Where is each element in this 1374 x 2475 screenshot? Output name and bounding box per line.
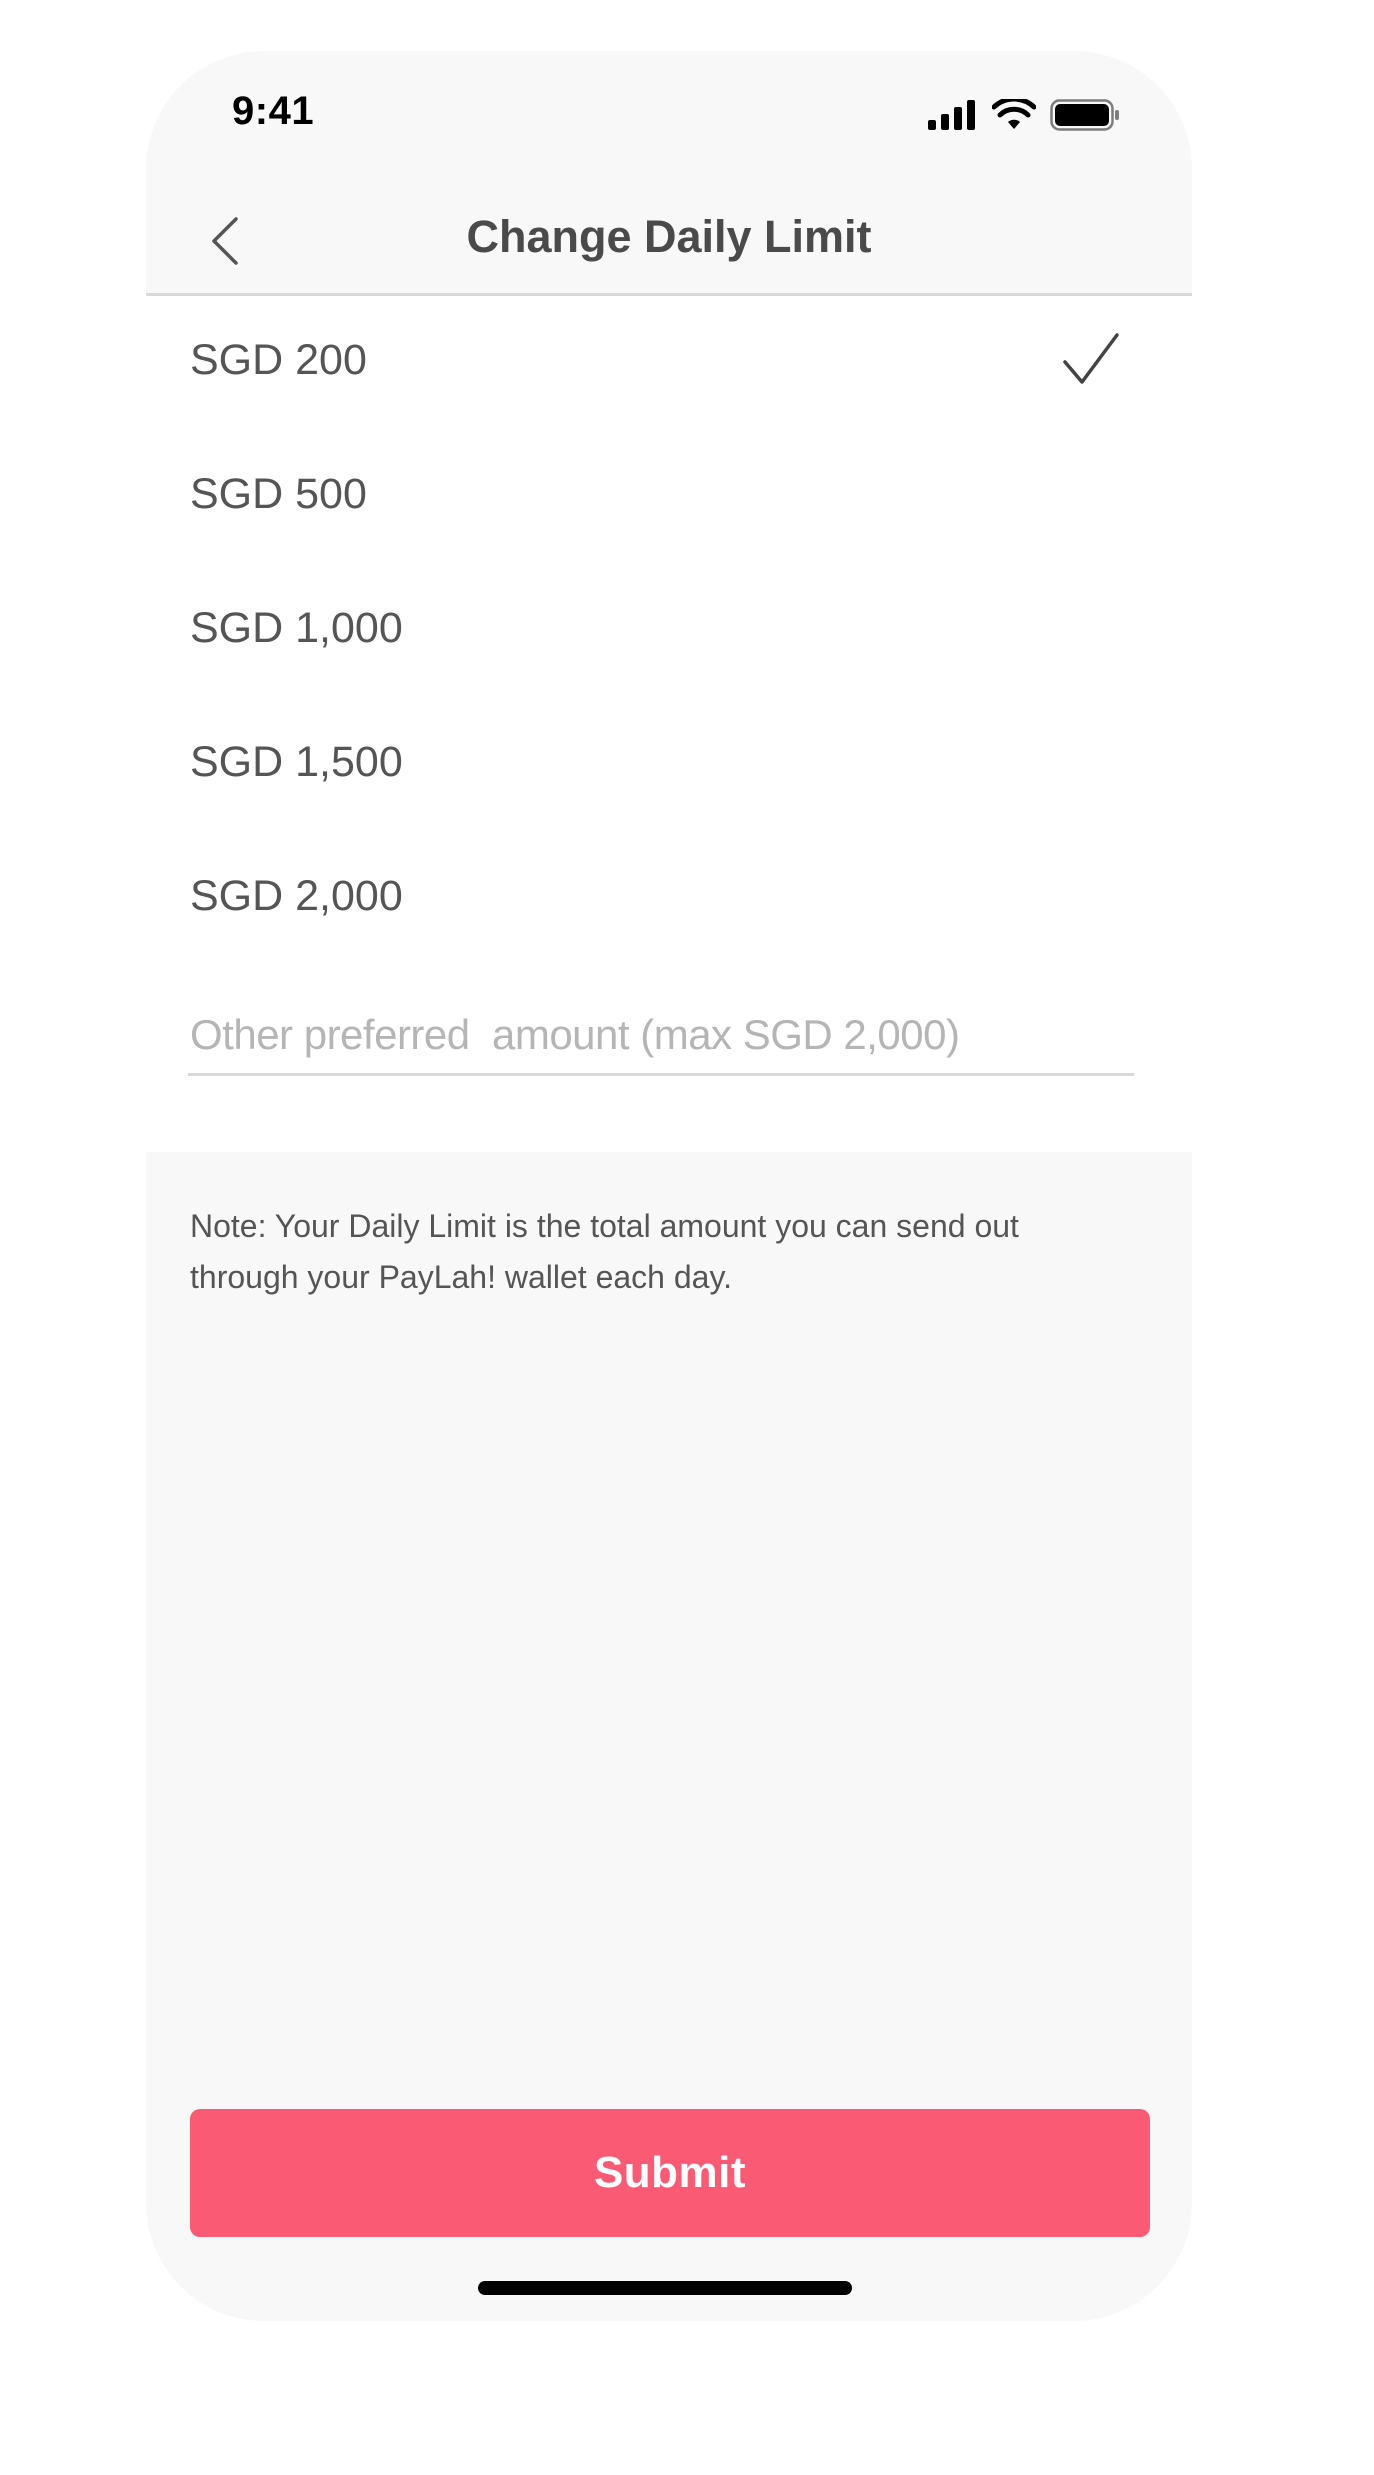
option-label: SGD 2,000 (190, 872, 403, 920)
option-label: SGD 500 (190, 470, 367, 518)
wifi-icon (992, 99, 1036, 129)
option-sgd-1000[interactable]: SGD 1,000 (146, 564, 1192, 698)
limit-options-panel: SGD 200 SGD 500 SGD 1,000 SGD 1,500 SGD … (146, 296, 1192, 1152)
option-sgd-200[interactable]: SGD 200 (146, 296, 1192, 430)
option-sgd-2000[interactable]: SGD 2,000 (146, 832, 1192, 966)
other-amount-input[interactable] (188, 996, 1134, 1076)
home-indicator (478, 2281, 852, 2295)
navigation-bar: Change Daily Limit (146, 181, 1192, 296)
phone-screen: 9:41 Change Daily Limit SGD 200 SGD 500 … (146, 51, 1192, 2321)
option-label: SGD 1,000 (190, 604, 403, 652)
battery-icon (1050, 99, 1119, 131)
option-label: SGD 200 (190, 336, 367, 384)
cellular-signal-icon (928, 100, 975, 130)
page-title: Change Daily Limit (466, 211, 872, 262)
daily-limit-note: Note: Your Daily Limit is the total amou… (190, 1208, 1019, 1295)
submit-button[interactable]: Submit (190, 2109, 1150, 2237)
option-sgd-500[interactable]: SGD 500 (146, 430, 1192, 564)
status-icons (928, 99, 1120, 131)
status-bar: 9:41 (146, 51, 1192, 181)
status-time: 9:41 (232, 89, 315, 133)
option-label: SGD 1,500 (190, 738, 403, 786)
checkmark-icon (1063, 333, 1119, 384)
option-sgd-1500[interactable]: SGD 1,500 (146, 698, 1192, 832)
